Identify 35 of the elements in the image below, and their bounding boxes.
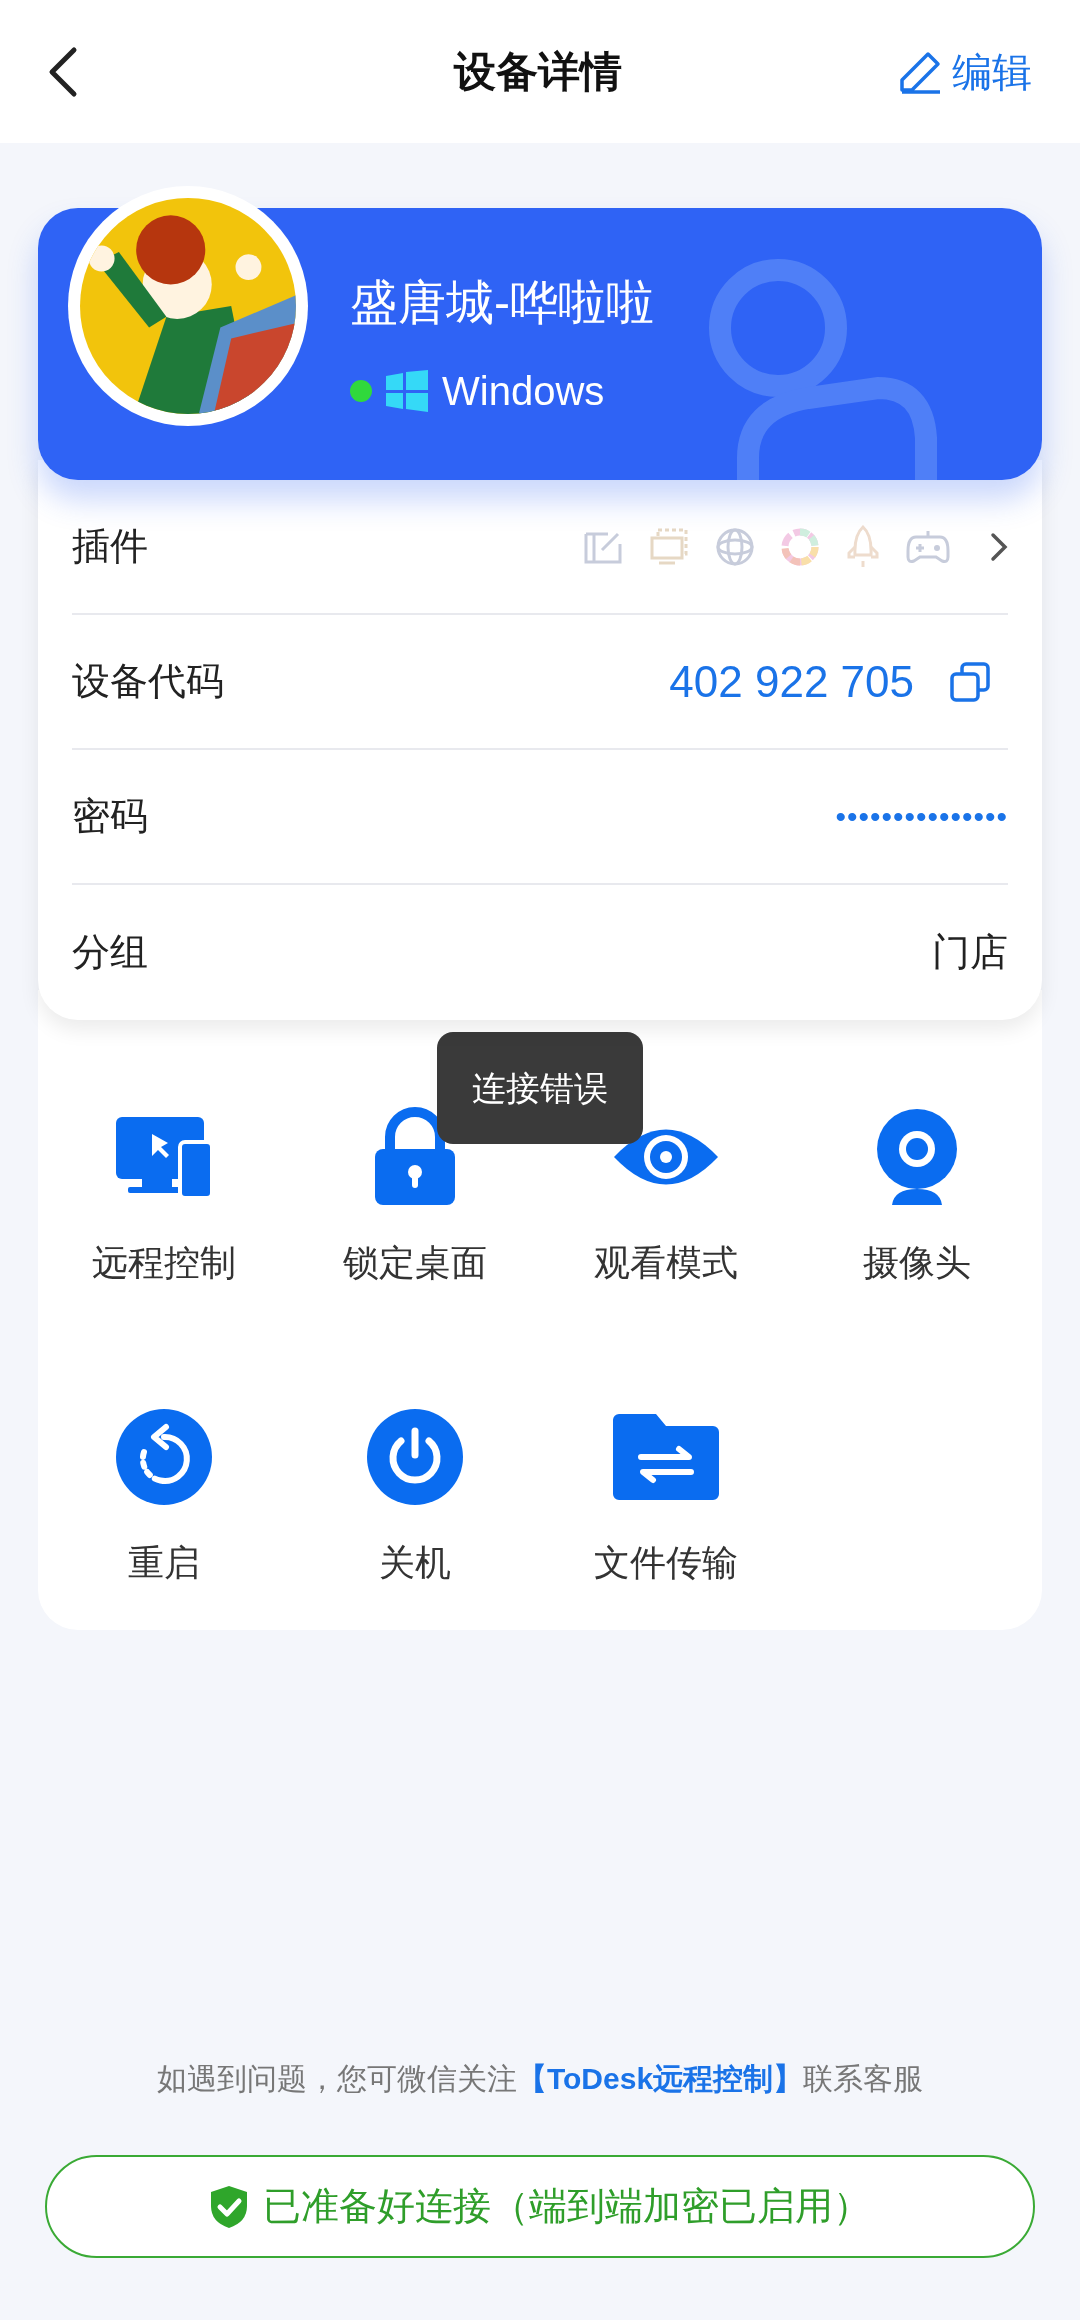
copy-icon[interactable] [950, 661, 990, 702]
gamepad-icon [906, 528, 950, 565]
folder-transfer-icon [610, 1412, 721, 1502]
back-icon [48, 45, 78, 98]
power-icon [364, 1407, 465, 1507]
pencil-icon [898, 49, 942, 94]
globe-icon [716, 527, 754, 566]
help-text: 如遇到问题，您可微信关注【ToDesk远程控制】联系客服 [155, 2061, 925, 2097]
action-button[interactable]: 重启 [38, 1380, 289, 1590]
row-label: 分组 [72, 930, 148, 975]
action-button[interactable]: 远程控制 [38, 1080, 289, 1290]
wechat-link[interactable]: 【ToDesk远程控制】 [516, 2062, 804, 2095]
shield-check-icon [209, 2183, 249, 2230]
password-value: ••••••••••••••• [835, 799, 1008, 835]
screens-icon [650, 527, 690, 566]
action-button[interactable]: 关机 [289, 1380, 540, 1590]
person-watermark-icon [708, 258, 938, 480]
device-code: 402 922 705 [669, 655, 914, 708]
edit-button[interactable]: 编辑 [898, 41, 1032, 102]
page-title: 设备详情 [454, 47, 622, 97]
color-ring-icon [780, 526, 820, 567]
row-label: 设备代码 [72, 659, 224, 704]
chevron-right-icon[interactable] [990, 531, 1008, 562]
group-value: 门店 [932, 930, 1008, 975]
device-name: 盛唐城-哗啦啦 [350, 275, 655, 331]
restart-icon [113, 1407, 214, 1507]
action-button[interactable]: 摄像头 [791, 1080, 1042, 1290]
windows-icon [386, 370, 428, 412]
rocket-icon [846, 524, 880, 569]
row-label: 密码 [72, 794, 148, 839]
status-text: 已准备好连接（端到端加密已启用） [263, 2184, 871, 2229]
row-label: 插件 [72, 524, 148, 569]
error-toast: 连接错误 [437, 1032, 643, 1144]
action-button[interactable]: 文件传输 [540, 1380, 791, 1590]
os-label: Windows [442, 368, 605, 415]
